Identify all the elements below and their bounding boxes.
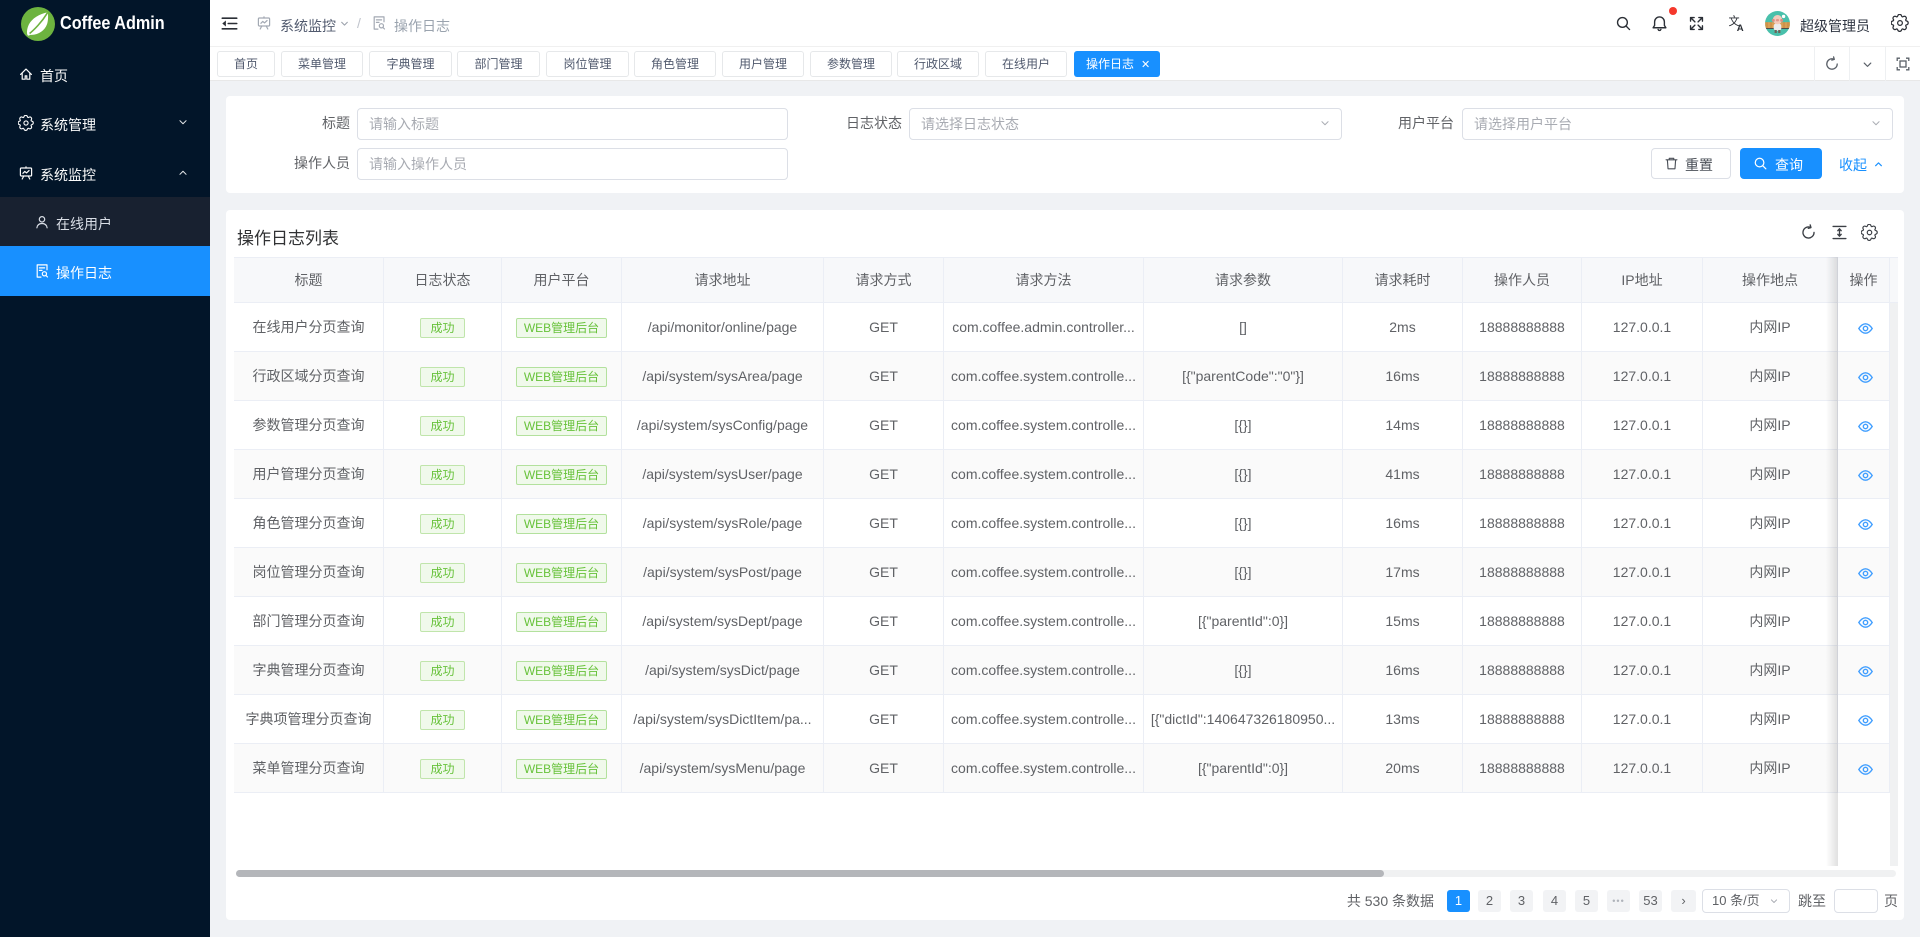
svg-text:A: A [1737, 23, 1744, 32]
